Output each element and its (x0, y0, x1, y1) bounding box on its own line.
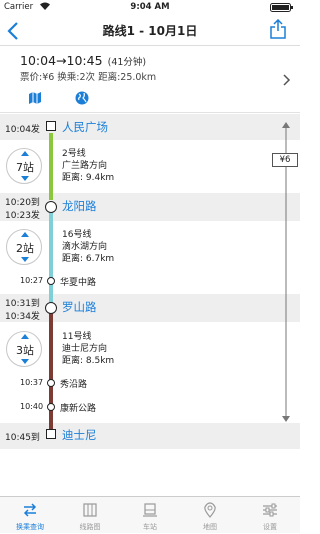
globe-icon[interactable] (75, 90, 89, 109)
line-name: 2号线 (62, 149, 86, 159)
station-start-marker (46, 121, 56, 131)
expand-up-icon (21, 232, 29, 237)
station-icon (142, 502, 158, 522)
route-detail: 票价:¥6 换乘:2次 距离:25.0km (20, 72, 157, 83)
station-arrive-time: 10:45到 (5, 433, 40, 443)
expand-down-icon (21, 176, 29, 181)
line-segment-11 (49, 313, 53, 434)
station-end-marker (46, 429, 56, 439)
station-transfer-marker (45, 201, 57, 213)
tab-transfer-search[interactable]: 换乘查询 (0, 497, 60, 534)
intermediate-stop-marker (47, 403, 55, 411)
station-name[interactable]: 龙阳路 (62, 198, 97, 214)
line-name: 16号线 (62, 230, 92, 240)
station-arrive-time: 10:20到 (5, 198, 40, 208)
station-band (0, 423, 300, 449)
stop-count: 3站 (16, 344, 34, 357)
expand-down-icon (21, 359, 29, 364)
stop-count-toggle[interactable]: 2站 (6, 229, 42, 265)
segment-distance: 距离: 6.7km (62, 254, 115, 264)
stop-count: 7站 (16, 161, 34, 174)
stop-count-toggle[interactable]: 3站 (6, 331, 42, 367)
transfer-icon (22, 502, 38, 522)
tab-map[interactable]: 地图 (180, 497, 240, 534)
time-range-row: 10:04→10:45 (41分钟) (20, 50, 146, 69)
share-icon[interactable] (270, 18, 286, 43)
map-book-icon (82, 502, 98, 522)
segment-info: 11号线 迪士尼方向 距离: 8.5km (62, 331, 114, 367)
tab-label: 车站 (143, 523, 157, 531)
line-direction: 迪士尼方向 (62, 344, 108, 354)
intermediate-stop-marker (47, 379, 55, 387)
station-band (0, 114, 300, 140)
intermediate-time: 10:27 (20, 276, 44, 285)
station-depart-time: 10:23发 (5, 211, 40, 221)
expand-up-icon (21, 334, 29, 339)
tab-station[interactable]: 车站 (120, 497, 180, 534)
tab-bar: 换乘查询 线路图 车站 地图 设置 (0, 496, 300, 533)
tab-label: 线路图 (79, 523, 101, 531)
tab-label: 设置 (263, 523, 277, 531)
page-title: 路线1 - 10月1日 (102, 24, 198, 38)
chevron-right-icon[interactable] (283, 71, 291, 90)
location-pin-icon (202, 502, 218, 522)
tab-label: 换乘查询 (16, 523, 44, 531)
status-bar: Carrier 9:04 AM (0, 0, 300, 14)
station-depart-time: 10:34发 (5, 312, 40, 322)
intermediate-stop-marker (47, 277, 55, 285)
map-view-icon[interactable] (28, 90, 42, 109)
line-segment-16 (49, 211, 53, 304)
intermediate-station-name: 秀沿路 (60, 380, 88, 390)
station-transfer-marker (45, 302, 57, 314)
station-name[interactable]: 罗山路 (62, 299, 97, 315)
line-segment-2 (49, 133, 53, 200)
line-direction: 广兰路方向 (62, 161, 108, 171)
navigation-bar: 路线1 - 10月1日 (0, 14, 300, 46)
segment-distance: 距离: 9.4km (62, 173, 115, 183)
intermediate-station-name: 华夏中路 (60, 278, 97, 288)
fare-bracket (279, 122, 293, 422)
route-summary[interactable]: 10:04→10:45 (41分钟) 票价:¥6 换乘:2次 距离:25.0km (0, 47, 300, 113)
station-arrive-time: 10:31到 (5, 299, 40, 309)
segment-info: 2号线 广兰路方向 距离: 9.4km (62, 148, 114, 184)
intermediate-station-name: 康新公路 (60, 404, 97, 414)
intermediate-time: 10:40 (20, 402, 44, 411)
time-range: 10:04→10:45 (20, 53, 103, 68)
stop-count: 2站 (16, 242, 34, 255)
station-name[interactable]: 人民广场 (62, 119, 108, 135)
stop-count-toggle[interactable]: 7站 (6, 148, 42, 184)
segment-distance: 距离: 8.5km (62, 356, 115, 366)
duration: (41分钟) (107, 57, 147, 68)
fare-badge: ¥6 (272, 153, 298, 167)
tab-settings[interactable]: 设置 (240, 497, 300, 534)
expand-up-icon (21, 151, 29, 156)
settings-sliders-icon (262, 502, 278, 522)
line-direction: 滴水湖方向 (62, 242, 108, 252)
tab-label: 地图 (203, 523, 217, 531)
expand-down-icon (21, 257, 29, 262)
segment-info: 16号线 滴水湖方向 距离: 6.7km (62, 229, 114, 265)
tab-line-map[interactable]: 线路图 (60, 497, 120, 534)
station-name[interactable]: 迪士尼 (62, 427, 97, 443)
intermediate-time: 10:37 (20, 378, 44, 387)
line-name: 11号线 (62, 332, 92, 342)
status-time: 9:04 AM (130, 2, 170, 12)
station-depart-time: 10:04发 (5, 125, 40, 135)
